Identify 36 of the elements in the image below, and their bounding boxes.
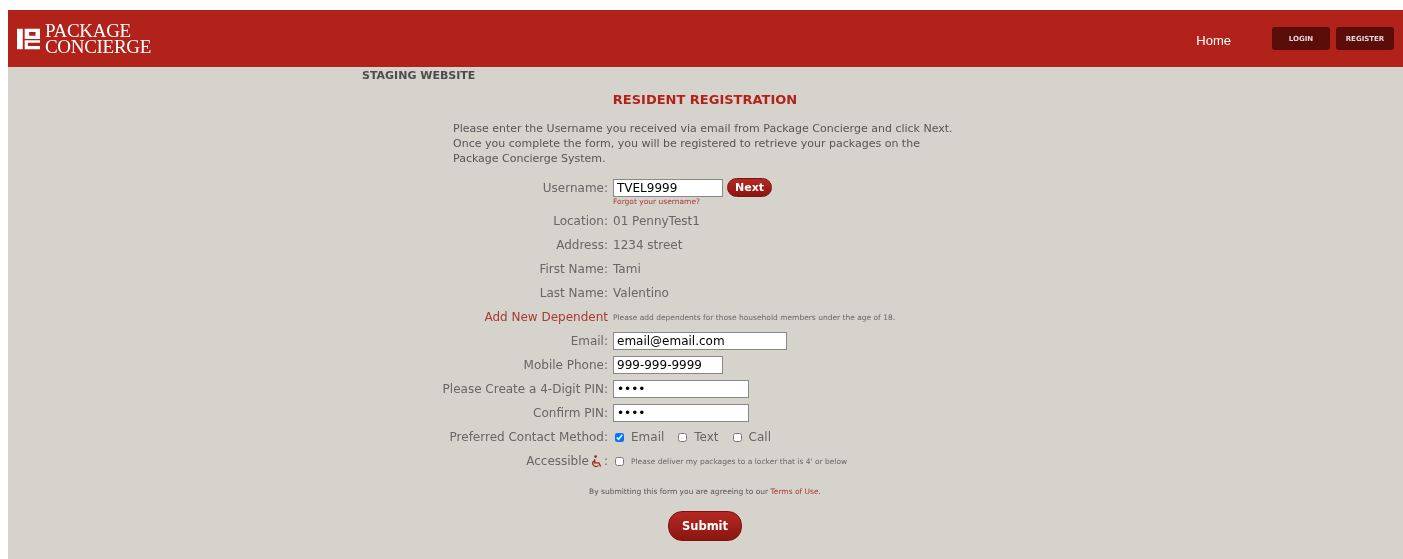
checkbox[interactable] — [615, 456, 624, 466]
field-label: Mobile Phone: — [523, 358, 608, 372]
checkbox[interactable] — [615, 432, 624, 442]
page-title: RESIDENT REGISTRATION — [611, 92, 799, 107]
input-field[interactable]: 999-999-9999 — [613, 356, 723, 374]
colon-text: : — [603, 454, 608, 468]
field-label: Address: — [556, 238, 608, 252]
wheelchair-icon — [590, 454, 602, 468]
input-field[interactable]: •••• — [613, 404, 749, 422]
field-label: Preferred Contact Method: — [449, 430, 608, 444]
input-field[interactable]: TVEL9999 — [613, 178, 723, 197]
option-label: Call — [748, 430, 771, 444]
option-label: Email — [631, 430, 665, 444]
checkbox[interactable] — [732, 432, 742, 442]
field-value: 1234 street — [613, 238, 683, 252]
field-label: Confirm PIN: — [533, 406, 608, 420]
option-label: Text — [694, 430, 719, 444]
field-label: Accessible — [526, 454, 589, 468]
next-button[interactable]: Next — [727, 178, 773, 197]
field-label: First Name: — [539, 262, 608, 276]
input-field[interactable]: email@email.com — [613, 332, 787, 350]
field-label: Please Create a 4-Digit PIN: — [442, 382, 608, 396]
input-field[interactable]: •••• — [613, 380, 749, 398]
field-label: Email: — [570, 334, 608, 348]
field-value: Tami — [613, 262, 641, 276]
staging-label: STAGING WEBSITE — [362, 68, 477, 82]
field-label: Location: — [553, 214, 608, 228]
submit-button[interactable]: Submit — [667, 511, 743, 541]
field-label: Last Name: — [539, 286, 608, 300]
logo-text: PACKAGE CONCIERGE — [45, 22, 152, 55]
intro-text: Please enter the Username you received via email from Package Concierge and click Next. Once you complete the form, you will be registered to retrieve your packages on the Package Concierge System. — [453, 121, 954, 166]
checkbox[interactable] — [678, 432, 688, 442]
field-value: Valentino — [613, 286, 669, 300]
add-dependent-link[interactable]: Add New Dependent — [484, 310, 608, 324]
field-label: Username: — [542, 180, 608, 195]
home-link[interactable]: Home — [1196, 32, 1231, 48]
